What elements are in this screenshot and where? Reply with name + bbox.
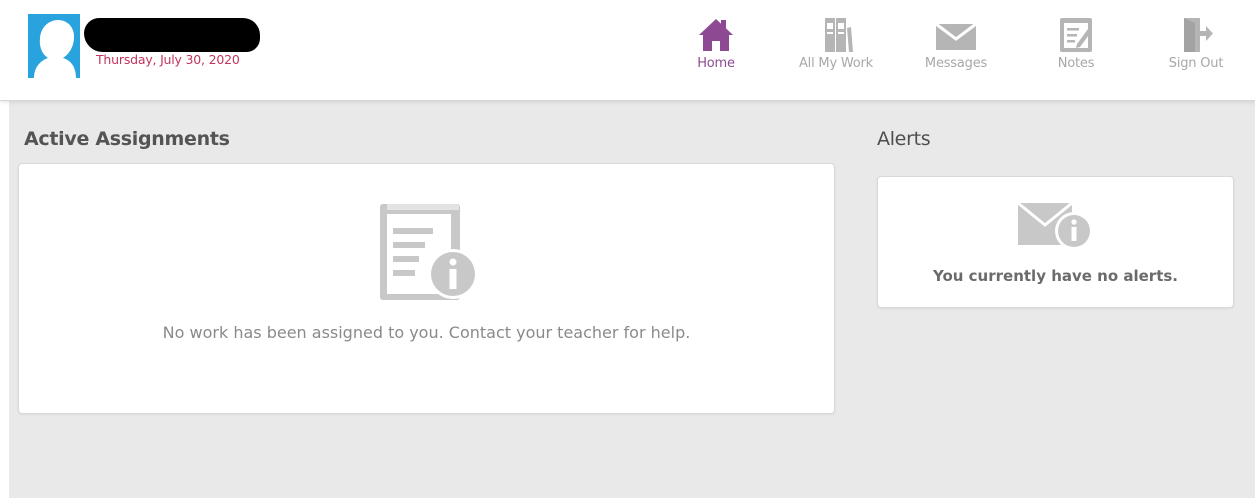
- avatar[interactable]: [28, 14, 80, 78]
- envelope-info-icon: [1017, 201, 1093, 250]
- sign-out-icon: [1184, 18, 1213, 52]
- nav-notes[interactable]: Notes: [1026, 16, 1126, 74]
- assignment-info-icon: [380, 204, 478, 300]
- assignments-card: No work has been assigned to you. Contac…: [18, 163, 835, 414]
- nav-messages-label: Messages: [924, 56, 988, 71]
- nav-home-label: Home: [697, 56, 735, 71]
- user-silhouette-icon: [28, 14, 80, 78]
- active-assignments-heading: Active Assignments: [24, 128, 230, 150]
- nav-home[interactable]: Home: [666, 16, 766, 74]
- alerts-heading: Alerts: [877, 128, 931, 150]
- notepad-edit-icon: [1060, 18, 1092, 52]
- nav-all-my-work-label: All My Work: [798, 56, 873, 71]
- nav-all-my-work[interactable]: All My Work: [786, 16, 886, 74]
- nav-notes-label: Notes: [1057, 56, 1095, 71]
- nav-messages[interactable]: Messages: [906, 16, 1006, 74]
- alerts-empty-message: You currently have no alerts.: [932, 267, 1179, 285]
- assignments-empty-message: No work has been assigned to you. Contac…: [162, 323, 691, 342]
- current-date: Thursday, July 30, 2020: [96, 52, 240, 67]
- home-icon: [699, 19, 733, 51]
- alerts-card: You currently have no alerts.: [877, 176, 1234, 308]
- top-header: Thursday, July 30, 2020 Home All My Work: [0, 0, 1255, 101]
- nav-sign-out[interactable]: Sign Out: [1146, 16, 1246, 74]
- books-icon: [825, 18, 853, 52]
- app-frame: Thursday, July 30, 2020 Home All My Work: [0, 0, 1255, 498]
- redacted-user-name: [84, 18, 260, 52]
- envelope-icon: [935, 22, 977, 50]
- nav-sign-out-label: Sign Out: [1168, 56, 1224, 71]
